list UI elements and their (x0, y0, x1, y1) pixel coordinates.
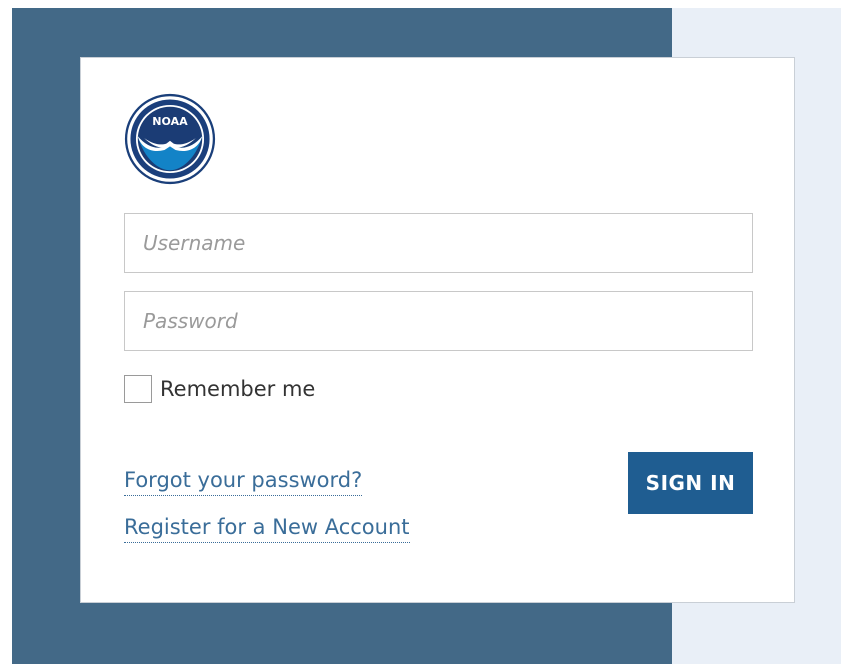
login-page: NOAA Remember me Forgot your password? R… (0, 0, 841, 664)
register-account-link[interactable]: Register for a New Account (124, 513, 410, 543)
remember-me-label: Remember me (160, 377, 316, 401)
noaa-logo-icon: NOAA (124, 93, 216, 185)
noaa-logo-text: NOAA (152, 115, 188, 128)
password-input[interactable] (124, 291, 753, 351)
remember-me-option[interactable]: Remember me (124, 375, 315, 403)
sign-in-button[interactable]: SIGN IN (628, 452, 753, 514)
forgot-password-link[interactable]: Forgot your password? (124, 466, 363, 496)
username-input[interactable] (124, 213, 753, 273)
remember-me-checkbox[interactable] (124, 375, 152, 403)
login-card: NOAA Remember me Forgot your password? R… (80, 57, 795, 603)
